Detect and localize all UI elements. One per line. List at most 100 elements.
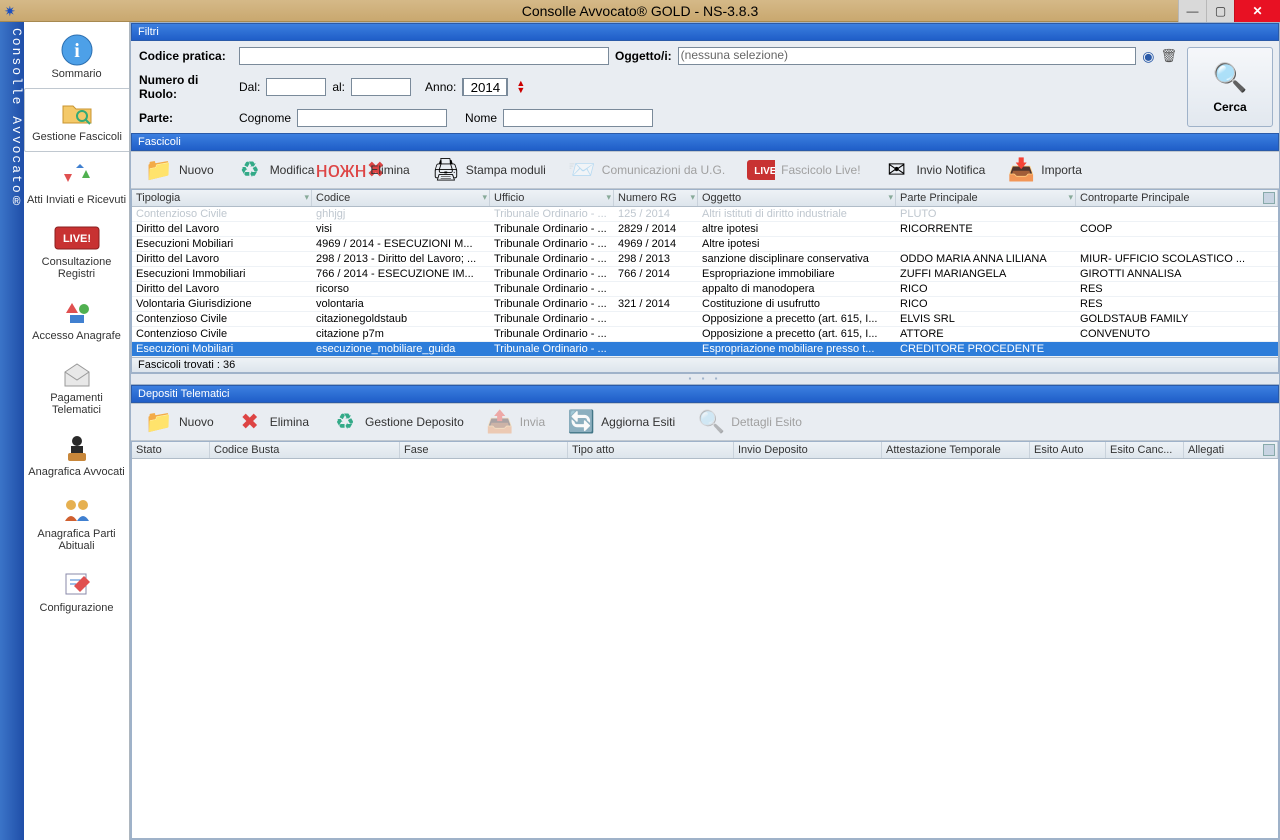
envelope-star-icon: ✉	[883, 156, 911, 184]
refresh-green-icon: ♻	[236, 156, 264, 184]
col-esito-canc[interactable]: Esito Canc...	[1106, 442, 1184, 458]
col-attestazione[interactable]: Attestazione Temporale	[882, 442, 1030, 458]
table-row[interactable]: Contenzioso Civilecitazione p7mTribunale…	[132, 327, 1278, 342]
table-row[interactable]: Diritto del LavororicorsoTribunale Ordin…	[132, 282, 1278, 297]
col-stato[interactable]: Stato	[132, 442, 210, 458]
ruolo-al-input[interactable]	[351, 78, 411, 96]
window-maximize-button[interactable]: ▢	[1206, 0, 1234, 22]
table-row[interactable]: Volontaria GiurisdizionevolontariaTribun…	[132, 297, 1278, 312]
refresh-shapes-icon: 🔄	[567, 408, 595, 436]
col-invio-deposito[interactable]: Invio Deposito	[734, 442, 882, 458]
cognome-input[interactable]	[297, 109, 447, 127]
comunicazioni-ug-button: 📨Comunicazioni da U.G.	[558, 154, 735, 186]
cognome-label: Cognome	[239, 111, 291, 125]
fascicoli-tbody[interactable]: Contenzioso CivileghhjgjTribunale Ordina…	[132, 207, 1278, 357]
filtri-header: Filtri	[131, 23, 1279, 41]
nome-input[interactable]	[503, 109, 653, 127]
codice-pratica-input[interactable]	[239, 47, 609, 65]
delete-icon: ✖	[236, 408, 264, 436]
oggetto-browse-icon[interactable]: ◉	[1142, 48, 1154, 65]
dal-label: Dal:	[239, 80, 260, 94]
nome-label: Nome	[465, 111, 497, 125]
svg-text:LIVE!: LIVE!	[754, 166, 775, 177]
table-row[interactable]: Esecuzioni Immobiliari766 / 2014 - ESECU…	[132, 267, 1278, 282]
importa-button[interactable]: 📥Importa	[997, 154, 1092, 186]
col-oggetto[interactable]: Oggetto▾	[698, 190, 896, 206]
nav-atti-inviati[interactable]: Atti Inviati e Ricevuti	[24, 152, 129, 214]
nav-anagrafica-avvocati[interactable]: Anagrafica Avvocati	[24, 424, 129, 486]
filter-icon[interactable]: ▾	[888, 192, 893, 203]
nuovo-fascicolo-button[interactable]: 📁Nuovo	[135, 154, 224, 186]
shapes-icon	[26, 294, 127, 330]
depositi-table: Stato Codice Busta Fase Tipo atto Invio …	[131, 441, 1279, 839]
nuovo-deposito-button[interactable]: 📁Nuovo	[135, 406, 224, 438]
live-badge-icon: LIVE!	[747, 156, 775, 184]
elimina-fascicolo-button[interactable]: ножн✖Elimina	[326, 154, 419, 186]
send-icon: 📤	[486, 408, 514, 436]
filter-icon[interactable]: ▾	[606, 192, 611, 203]
lawyer-icon	[26, 430, 127, 466]
live-icon: LIVE!	[26, 220, 127, 256]
filter-icon[interactable]: ▾	[1068, 192, 1073, 203]
dettagli-esito-button: 🔍Dettagli Esito	[687, 406, 812, 438]
col-controparte[interactable]: Controparte Principale▾	[1076, 190, 1278, 206]
table-row[interactable]: Contenzioso CivileghhjgjTribunale Ordina…	[132, 207, 1278, 222]
mail-in-icon: 📨	[568, 156, 596, 184]
col-numero-rg[interactable]: Numero RG▾	[614, 190, 698, 206]
gestione-deposito-button[interactable]: ♻Gestione Deposito	[321, 406, 474, 438]
elimina-deposito-button[interactable]: ✖Elimina	[226, 406, 319, 438]
oggetto-clear-icon[interactable]: 🗑	[1160, 48, 1177, 64]
detail-icon: 🔍	[697, 408, 725, 436]
table-row[interactable]: Esecuzioni Mobiliariesecuzione_mobiliare…	[132, 342, 1278, 357]
fascicoli-thead: Tipologia▾ Codice▾ Ufficio▾ Numero RG▾ O…	[132, 190, 1278, 207]
ruolo-dal-input[interactable]	[266, 78, 326, 96]
table-row[interactable]: Contenzioso CivilecitazionegoldstaubTrib…	[132, 312, 1278, 327]
col-ufficio[interactable]: Ufficio▾	[490, 190, 614, 206]
anno-label: Anno:	[425, 80, 456, 94]
nav-consultazione-registri[interactable]: LIVE! Consultazione Registri	[24, 214, 129, 288]
nav-pagamenti-telematici[interactable]: Pagamenti Telematici	[24, 350, 129, 424]
col-esito-auto[interactable]: Esito Auto	[1030, 442, 1106, 458]
nav-anagrafica-parti[interactable]: Anagrafica Parti Abituali	[24, 486, 129, 560]
col-tipologia[interactable]: Tipologia▾	[132, 190, 312, 206]
splitter[interactable]: ▪ ▪ ▪	[131, 373, 1279, 385]
envelope-open-icon	[26, 356, 127, 392]
window-titlebar: ✷ Consolle Avvocato® GOLD - NS-3.8.3 — ▢…	[0, 0, 1280, 22]
anno-stepper-icon[interactable]: ▲▼	[516, 80, 525, 94]
invio-notifica-button[interactable]: ✉Invio Notifica	[873, 154, 996, 186]
filter-icon[interactable]: ▾	[690, 192, 695, 203]
window-minimize-button[interactable]: —	[1178, 0, 1206, 22]
cerca-button[interactable]: 🔍 Cerca	[1187, 47, 1273, 127]
col-codice-busta[interactable]: Codice Busta	[210, 442, 400, 458]
col-codice[interactable]: Codice▾	[312, 190, 490, 206]
invia-deposito-button: 📤Invia	[476, 406, 555, 438]
modifica-fascicolo-button[interactable]: ♻Modifica	[226, 154, 325, 186]
col-parte-principale[interactable]: Parte Principale▾	[896, 190, 1076, 206]
side-nav: i Sommario Gestione Fascicoli Atti Invia…	[24, 22, 130, 840]
nav-configurazione[interactable]: Configurazione	[24, 560, 129, 622]
aggiorna-esiti-button[interactable]: 🔄Aggiorna Esiti	[557, 406, 685, 438]
filter-icon[interactable]: ▾	[1270, 192, 1275, 203]
table-row[interactable]: Esecuzioni Mobiliari4969 / 2014 - ESECUZ…	[132, 237, 1278, 252]
fascicolo-live-button: LIVE!Fascicolo Live!	[737, 154, 870, 186]
col-allegati[interactable]: Allegati	[1184, 442, 1278, 458]
table-row[interactable]: Diritto del Lavoro298 / 2013 - Diritto d…	[132, 252, 1278, 267]
window-close-button[interactable]: ✕	[1234, 0, 1280, 22]
numero-ruolo-label: Numero di Ruolo:	[139, 73, 239, 101]
col-tipo-atto[interactable]: Tipo atto	[568, 442, 734, 458]
table-row[interactable]: Diritto del LavorovisiTribunale Ordinari…	[132, 222, 1278, 237]
filter-icon[interactable]: ▾	[482, 192, 487, 203]
filter-icon[interactable]: ▾	[304, 192, 309, 203]
oggetto-field[interactable]: (nessuna selezione)	[678, 47, 1137, 65]
col-fase[interactable]: Fase	[400, 442, 568, 458]
window-title: Consolle Avvocato® GOLD - NS-3.8.3	[0, 3, 1280, 19]
nav-sommario[interactable]: i Sommario	[24, 26, 129, 88]
magnifier-icon: 🔍	[1213, 61, 1248, 94]
depositi-header: Depositi Telematici	[131, 385, 1279, 403]
form-pencil-icon	[26, 566, 127, 602]
nav-accesso-anagrafe[interactable]: Accesso Anagrafe	[24, 288, 129, 350]
nav-gestione-fascicoli[interactable]: Gestione Fascicoli	[24, 88, 129, 152]
anno-input[interactable]	[463, 78, 507, 96]
stampa-moduli-button[interactable]: 🖨Stampa moduli	[422, 154, 556, 186]
refresh-green-icon: ♻	[331, 408, 359, 436]
